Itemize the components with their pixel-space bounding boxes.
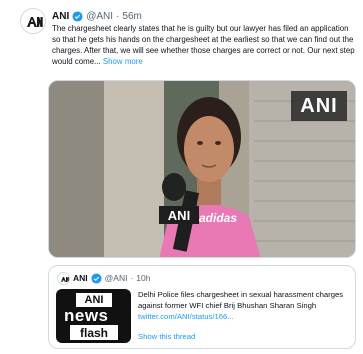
show-this-thread-link[interactable]: Show this thread: [138, 332, 195, 341]
thumb-news-text: news: [64, 306, 109, 325]
tweet-text: The chargesheet clearly states that he i…: [52, 23, 358, 67]
quoted-author-name: ANI: [73, 273, 88, 283]
show-more-link[interactable]: Show more: [103, 57, 143, 66]
quoted-tweet-header: ANI @ANI · 10h: [57, 271, 150, 285]
quoted-status-link[interactable]: twitter.com/ANI/status/166...: [138, 312, 234, 321]
author-name[interactable]: ANI: [52, 11, 69, 22]
separator-dot: ·: [116, 10, 120, 22]
separator-dot: ·: [130, 273, 134, 283]
mic-flag-label: ANI: [159, 206, 199, 224]
quoted-tweet-text: Delhi Police files chargesheet in sexual…: [138, 289, 350, 322]
tweet-body: The chargesheet clearly states that he i…: [52, 24, 355, 66]
quoted-body: Delhi Police files chargesheet in sexual…: [138, 290, 344, 310]
ani-watermark: ANI: [291, 91, 347, 121]
quoted-author-handle: @ANI: [104, 273, 128, 283]
shirt-text: adidas: [199, 211, 238, 225]
news-flash-thumbnail: ANI news flash: [56, 289, 131, 343]
quoted-tweet[interactable]: ANI @ANI · 10h ANI news flash Delhi Poli…: [48, 265, 356, 349]
quoted-avatar[interactable]: [57, 271, 70, 285]
quoted-timestamp: 10h: [136, 273, 151, 283]
tweet[interactable]: ANI @ANI · 56m The chargesheet clearly s…: [0, 0, 363, 354]
tweet-timestamp[interactable]: 56m: [122, 11, 141, 22]
thumb-flash-text: flash: [70, 325, 118, 340]
verified-badge-icon: [72, 10, 83, 22]
verified-badge-icon: [91, 272, 102, 284]
thumb-ani-logo: ANI: [76, 293, 112, 307]
tweet-media-image[interactable]: ANI ANI adidas: [48, 80, 356, 258]
avatar[interactable]: [20, 8, 46, 34]
tweet-header: ANI @ANI · 56m: [52, 8, 142, 24]
author-handle[interactable]: @ANI: [86, 11, 113, 22]
